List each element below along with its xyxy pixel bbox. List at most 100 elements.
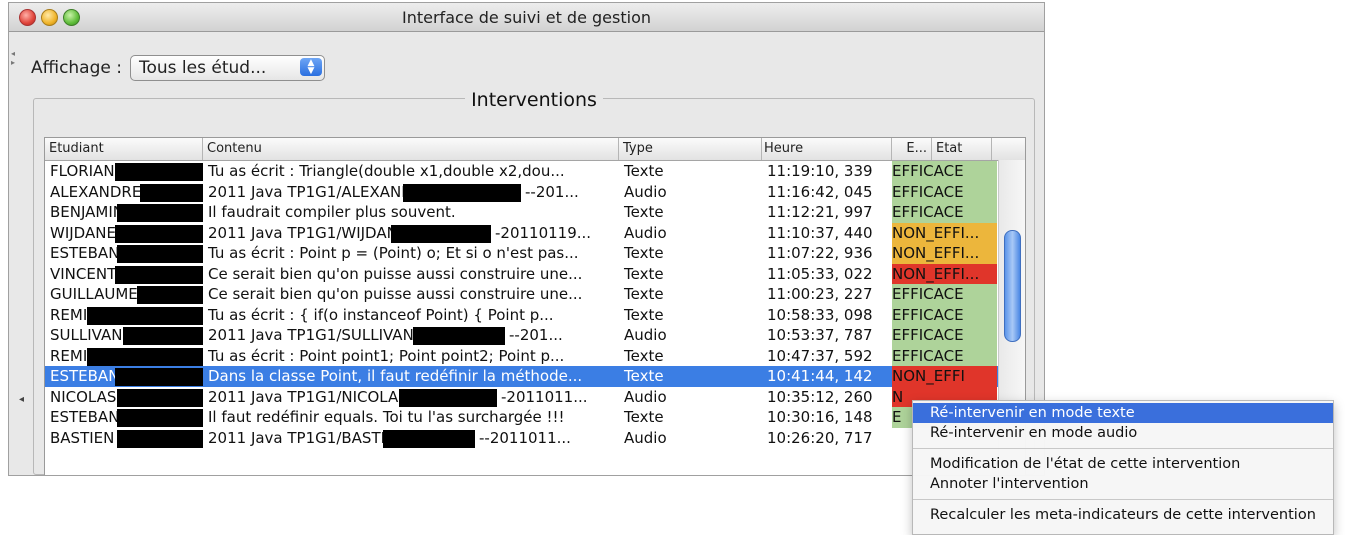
student-name: SULLIVANE — [50, 326, 132, 344]
table-row[interactable]: BASTIEN 2011 Java TP1G1/BASTIEN --2011011.… — [45, 427, 1025, 449]
table-row[interactable]: ESTEBAN Il faut redéfinir equals. Toi tu … — [45, 407, 1025, 428]
cell-type: Audio — [624, 182, 667, 201]
select-arrows-icon[interactable]: ▲ ▼ — [300, 58, 322, 76]
redaction-bar — [123, 327, 203, 345]
status-badge: EFFICACE — [892, 345, 997, 366]
cell-type: Texte — [624, 285, 664, 303]
cell-contenu: Ce serait bien qu'on puisse aussi constr… — [203, 284, 619, 305]
cell-heure: 10:41:44, 142 — [767, 367, 873, 385]
cell-heure: 11:00:23, 227 — [767, 285, 873, 303]
content-text: Ce serait bien qu'on puisse aussi constr… — [208, 264, 583, 283]
table-row[interactable]: NICOLAS 2011 Java TP1G1/NICOLAS -2011011..… — [45, 386, 1025, 408]
cell-etudiant: ESTEBAN — [45, 366, 203, 387]
table-row[interactable]: VINCENT Ce serait bien qu'on puisse aussi… — [45, 263, 1025, 285]
table-row[interactable]: ESTEBAN Dans la classe Point, il faut red… — [45, 366, 1025, 387]
cell-contenu: 2011 Java TP1G1/WIJDANE -20110119... — [203, 223, 619, 244]
redaction-bar — [115, 265, 203, 284]
content-tail-text: --2011011... — [479, 428, 571, 447]
redaction-bar — [115, 368, 203, 386]
content-text: 2011 Java TP1G1/BASTIEN — [208, 428, 406, 447]
table-row[interactable]: ALEXANDRE 2011 Java TP1G1/ALEXANDRE --201.… — [45, 181, 1025, 202]
content-tail-text: -20110119... — [495, 223, 592, 242]
content-text: Dans la classe Point, il faut redéfinir … — [208, 367, 583, 385]
student-name: ESTEBAN — [50, 244, 120, 262]
status-badge: NON_EFFI... — [892, 222, 997, 243]
cell-etudiant: SULLIVANE — [45, 325, 203, 346]
cell-heure: 11:10:37, 440 — [767, 223, 873, 242]
column-header-heure[interactable]: Heure — [762, 138, 892, 160]
cell-type: Texte — [624, 367, 664, 385]
redaction-bar — [413, 327, 505, 345]
cell-heure: 10:58:33, 098 — [767, 305, 873, 324]
redaction-bar — [140, 183, 203, 202]
redaction-bar — [391, 224, 491, 243]
cell-etudiant: ESTEBAN — [45, 407, 203, 428]
table-row[interactable]: BENJAMIN Il faudrait compiler plus souven… — [45, 202, 1025, 223]
display-label: Affichage : — [31, 58, 122, 78]
status-badge: NON_EFFI — [892, 366, 997, 387]
cell-etudiant: NICOLAS — [45, 387, 203, 408]
student-name: NICOLAS — [50, 387, 117, 406]
redaction-bar — [115, 224, 203, 243]
table-row[interactable]: ESTEBAN Tu as écrit : Point p = (Point) o… — [45, 243, 1025, 264]
student-name: VINCENT — [50, 264, 117, 283]
display-filter-select[interactable]: Tous les étud... ▲ ▼ — [130, 55, 325, 81]
column-header-etat[interactable]: Etat — [932, 138, 992, 160]
redaction-bar — [117, 429, 203, 448]
table-row[interactable]: REMI Tu as écrit : { if(o instanceof Poin… — [45, 304, 1025, 325]
student-name: ESTEBAN — [50, 408, 120, 426]
table-row[interactable]: REMI Tu as écrit : Point point1; Point po… — [45, 345, 1025, 366]
menu-item-recalculate-indicators[interactable]: Recalculer les meta-indicateurs de cette… — [913, 505, 1333, 525]
redaction-bar — [87, 347, 203, 366]
redaction-bar — [403, 183, 521, 202]
cell-type: Audio — [624, 387, 667, 406]
redaction-bar — [383, 429, 475, 448]
redaction-bar — [117, 204, 203, 222]
interventions-table[interactable]: Etudiant Contenu Type Heure E... Etat FL… — [44, 137, 1026, 475]
menu-item-reintervene-audio[interactable]: Ré-intervenir en mode audio — [913, 423, 1333, 443]
split-arrows-icon[interactable]: ◂ ▸ — [11, 49, 15, 67]
table-row[interactable]: GUILLAUME Ce serait bien qu'on puisse aus… — [45, 284, 1025, 305]
main-window: Interface de suivi et de gestion ◂ ▸ Affi… — [8, 2, 1045, 476]
redaction-bar — [117, 245, 203, 263]
student-name: WIJDANE — [50, 223, 116, 242]
menu-item-modify-state[interactable]: Modification de l'état de cette interven… — [913, 454, 1333, 474]
column-header-contenu[interactable]: Contenu — [203, 138, 619, 160]
cell-heure: 10:30:16, 148 — [767, 408, 873, 426]
column-header-e[interactable]: E... — [892, 138, 932, 160]
cell-type: Texte — [624, 346, 664, 365]
redaction-bar — [137, 286, 203, 304]
content-text: Il faudrait compiler plus souvent. — [208, 203, 456, 221]
column-header-type[interactable]: Type — [619, 138, 762, 160]
cell-heure: 10:47:37, 592 — [767, 346, 873, 365]
table-header: Etudiant Contenu Type Heure E... Etat — [45, 138, 1025, 161]
cell-etudiant: GUILLAUME — [45, 284, 203, 305]
table-row[interactable]: SULLIVANE 2011 Java TP1G1/SULLIVANE --201.… — [45, 325, 1025, 346]
cell-contenu: Ce serait bien qu'on puisse aussi constr… — [203, 264, 619, 285]
status-badge: EFFICACE — [892, 284, 997, 305]
redaction-bar — [117, 388, 203, 407]
cell-heure: 11:19:10, 339 — [767, 162, 873, 180]
column-header-etudiant[interactable]: Etudiant — [45, 138, 203, 160]
cell-etudiant: BASTIEN — [45, 428, 203, 449]
student-name: ESTEBAN — [50, 367, 120, 385]
content-text: Ce serait bien qu'on puisse aussi constr… — [208, 285, 583, 303]
cell-etudiant: FLORIAN — [45, 161, 203, 182]
content-tail-text: --201... — [509, 326, 563, 344]
table-row[interactable]: WIJDANE 2011 Java TP1G1/WIJDANE -20110119.… — [45, 222, 1025, 244]
content-tail-text: --201... — [525, 182, 579, 201]
interventions-title: Interventions — [34, 89, 1034, 111]
scrollbar-thumb[interactable] — [1004, 230, 1021, 342]
status-badge: NON_EFFI... — [892, 263, 997, 284]
cell-etudiant: BENJAMIN — [45, 202, 203, 223]
menu-item-annotate[interactable]: Annoter l'intervention — [913, 474, 1333, 494]
student-name: FLORIAN — [50, 162, 115, 180]
cell-heure: 11:07:22, 936 — [767, 244, 873, 262]
content-text: 2011 Java TP1G1/ALEXANDRE — [208, 182, 433, 201]
cell-etudiant: ESTEBAN — [45, 243, 203, 264]
cell-contenu: Il faut redéfinir equals. Toi tu l'as su… — [203, 407, 619, 428]
content-text: 2011 Java TP1G1/SULLIVANE — [208, 326, 424, 344]
menu-item-reintervene-text[interactable]: Ré-intervenir en mode texte — [913, 403, 1333, 423]
selected-row-marker-icon: ◂ — [19, 394, 25, 405]
table-row[interactable]: FLORIAN Tu as écrit : Triangle(double x1,… — [45, 161, 1025, 182]
